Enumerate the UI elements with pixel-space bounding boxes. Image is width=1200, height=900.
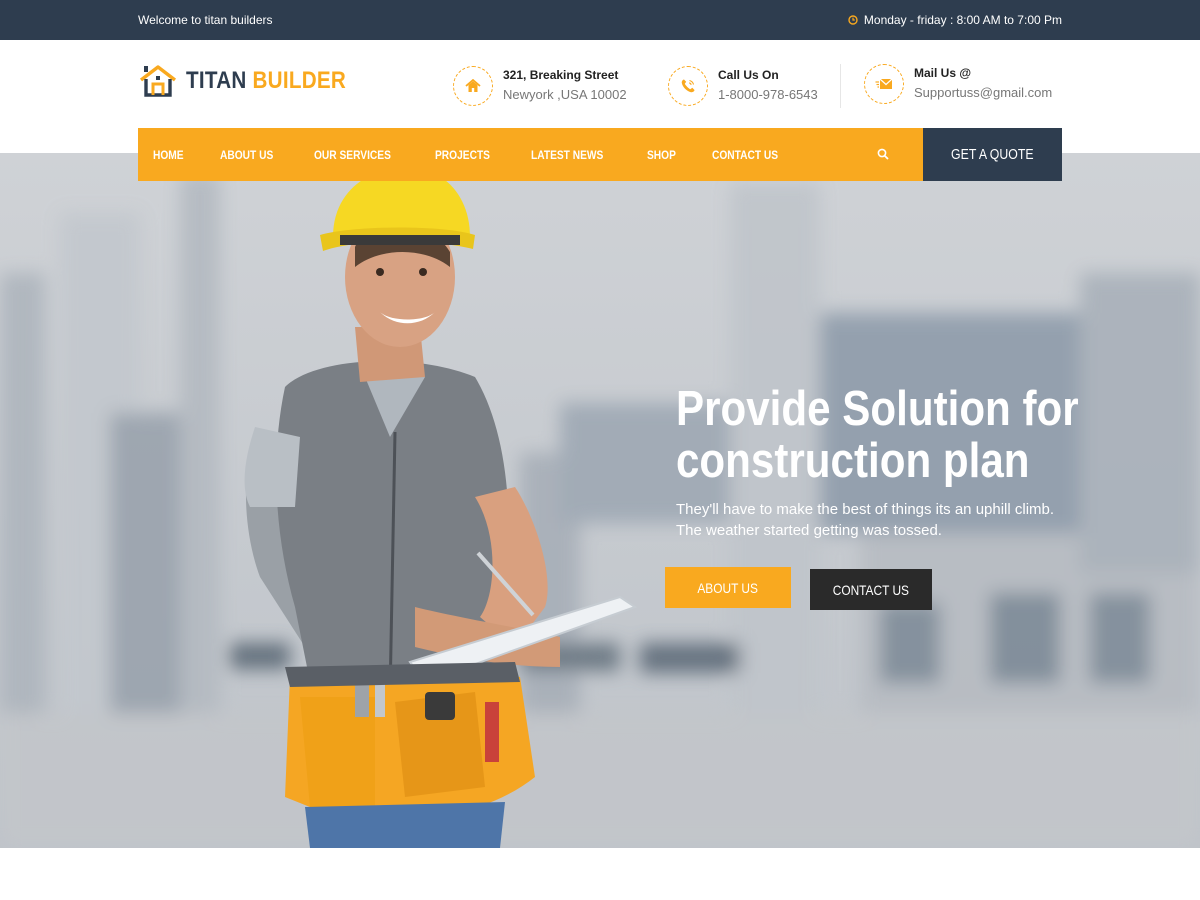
main-navigation: HOME ABOUT US OUR SERVICES PROJECTS LATE…: [138, 128, 923, 181]
nav-menu: HOME ABOUT US OUR SERVICES PROJECTS LATE…: [138, 128, 923, 181]
get-a-quote-label: GET A QUOTE: [951, 146, 1034, 163]
phone-icon-circle: [668, 66, 708, 106]
hero-section: Provide Solution for construction plan T…: [0, 153, 1200, 848]
nav-item-projects[interactable]: PROJECTS: [435, 148, 490, 162]
about-us-button[interactable]: ABOUT US: [665, 567, 791, 608]
phone-number[interactable]: 1-8000-978-6543: [718, 87, 818, 102]
home-icon-circle: [453, 66, 493, 106]
phone-icon: [681, 79, 695, 93]
hero-subtitle-line-2: The weather started getting was tossed.: [676, 522, 942, 539]
welcome-text: Welcome to titan builders: [138, 13, 273, 27]
contact-us-button[interactable]: CONTACT US: [810, 569, 932, 610]
hero-title: Provide Solution for construction plan: [676, 382, 1079, 488]
address-info: 321, Breaking Street Newyork ,USA 10002: [453, 66, 627, 106]
construction-worker-image: [244, 177, 638, 848]
about-us-button-label: ABOUT US: [697, 579, 759, 596]
contact-us-button-label: CONTACT US: [832, 581, 910, 598]
nav-item-home[interactable]: HOME: [153, 148, 184, 162]
mail-title: Mail Us @: [914, 66, 972, 80]
phone-title: Call Us On: [718, 68, 779, 82]
logo-text: TITAN BUILDER: [186, 67, 346, 95]
top-bar: Welcome to titan builders Monday - frida…: [0, 0, 1200, 40]
search-icon[interactable]: [877, 148, 889, 160]
clock-icon: [848, 15, 858, 25]
hero-title-line-2: construction plan: [676, 434, 1030, 488]
address-detail: Newyork ,USA 10002: [503, 87, 627, 102]
address-title: 321, Breaking Street: [503, 68, 619, 82]
business-hours: Monday - friday : 8:00 AM to 7:00 Pm: [848, 13, 1062, 27]
nav-item-our-services[interactable]: OUR SERVICES: [314, 148, 391, 162]
nav-item-contact-us[interactable]: CONTACT US: [712, 148, 778, 162]
logo-word-titan: TITAN: [186, 67, 247, 94]
get-a-quote-button[interactable]: GET A QUOTE: [923, 128, 1062, 181]
logo-word-builder: BUILDER: [252, 67, 347, 94]
site-logo[interactable]: TITAN BUILDER: [138, 64, 372, 98]
envelope-icon: [875, 78, 893, 89]
hero-title-line-1: Provide Solution for: [676, 382, 1079, 436]
nav-item-about-us[interactable]: ABOUT US: [220, 148, 273, 162]
header-divider: [840, 64, 841, 108]
envelope-icon-circle: [864, 64, 904, 104]
mail-info: Mail Us @ Supportuss@gmail.com: [864, 64, 1052, 104]
phone-info: Call Us On 1-8000-978-6543: [668, 66, 818, 106]
nav-item-latest-news[interactable]: LATEST NEWS: [531, 148, 603, 162]
mail-address[interactable]: Supportuss@gmail.com: [914, 85, 1052, 100]
hero-subtitle-line-1: They'll have to make the best of things …: [676, 501, 1055, 518]
hero-subtitle: They'll have to make the best of things …: [676, 499, 1076, 541]
nav-item-shop[interactable]: SHOP: [647, 148, 676, 162]
house-icon: [139, 65, 177, 97]
home-icon: [465, 79, 481, 92]
business-hours-text: Monday - friday : 8:00 AM to 7:00 Pm: [863, 13, 1062, 27]
